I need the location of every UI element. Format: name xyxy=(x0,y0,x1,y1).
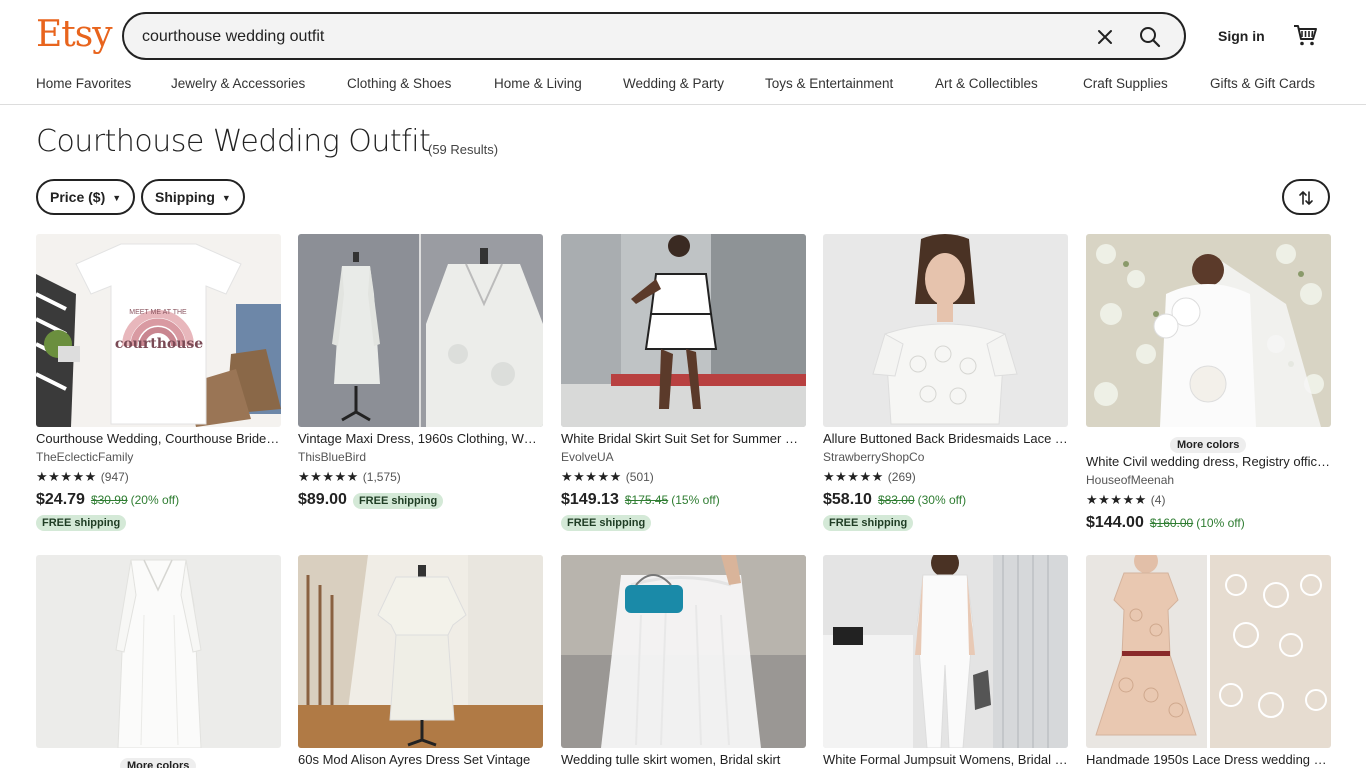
cart-icon[interactable] xyxy=(1292,22,1318,48)
price-line: $58.10 $83.00 (30% off) xyxy=(823,491,966,509)
caret-down-icon: ▼ xyxy=(112,193,122,204)
listing-title[interactable]: White Formal Jumpsuit Womens, Bridal Jum… xyxy=(823,752,1068,767)
free-shipping-badge: FREE shipping xyxy=(823,515,914,531)
listing-image[interactable] xyxy=(823,234,1068,427)
category-wedding-party[interactable]: Wedding & Party xyxy=(623,76,724,91)
listing-title[interactable]: Allure Buttoned Back Bridesmaids Lace To… xyxy=(823,431,1068,446)
shirt-text-top: MEET ME AT THE xyxy=(129,309,187,316)
rating: ★★★★★ (1,575) xyxy=(298,469,401,485)
rating: ★★★★★ (4) xyxy=(1086,492,1165,508)
caret-down-icon: ▼ xyxy=(221,193,231,204)
category-nav: Home Favorites Jewelry & Accessories Clo… xyxy=(0,72,1366,105)
listing-title[interactable]: White Bridal Skirt Suit Set for Summer W… xyxy=(561,431,806,446)
category-craft[interactable]: Craft Supplies xyxy=(1083,76,1168,91)
category-toys[interactable]: Toys & Entertainment xyxy=(765,76,893,91)
original-price: $30.99 xyxy=(90,493,128,507)
search-icon[interactable] xyxy=(1138,25,1162,49)
listing-image[interactable] xyxy=(298,555,543,748)
listing-image[interactable] xyxy=(298,234,543,427)
star-rating-icon: ★★★★★ xyxy=(561,469,622,484)
sort-icon xyxy=(1299,191,1313,205)
more-colors-badge[interactable]: More colors xyxy=(1170,437,1247,453)
listing-image[interactable] xyxy=(1086,234,1331,427)
header: Etsy Sign in xyxy=(0,0,1366,72)
listing-title[interactable]: White Civil wedding dress, Registry offi… xyxy=(1086,454,1331,469)
star-rating-icon: ★★★★★ xyxy=(823,469,884,484)
discount: (10% off) xyxy=(1196,516,1245,530)
price-line: $144.00 $160.00 (10% off) xyxy=(1086,514,1245,532)
close-icon[interactable] xyxy=(1094,26,1116,48)
review-count: (269) xyxy=(887,470,916,484)
page-title: Courthouse Wedding Outfit xyxy=(36,124,431,159)
listing-title[interactable]: Vintage Maxi Dress, 1960s Clothing, Wedd… xyxy=(298,431,543,446)
price-filter-button[interactable]: Price ($) ▼ xyxy=(36,179,136,215)
rating: ★★★★★ (501) xyxy=(561,469,654,485)
price-line: $149.13 $175.45 (15% off) xyxy=(561,491,720,509)
listing-image[interactable] xyxy=(561,555,806,748)
review-count: (1,575) xyxy=(362,470,401,484)
original-price: $175.45 xyxy=(624,493,669,507)
shop-name[interactable]: EvolveUA xyxy=(561,450,614,464)
category-home-favorites[interactable]: Home Favorites xyxy=(36,76,131,91)
search-bar[interactable] xyxy=(122,12,1186,60)
rating: ★★★★★ (947) xyxy=(36,469,129,485)
review-count: (501) xyxy=(625,470,654,484)
sign-in-link[interactable]: Sign in xyxy=(1218,28,1265,44)
listing-image[interactable] xyxy=(1086,555,1331,748)
category-jewelry[interactable]: Jewelry & Accessories xyxy=(171,76,305,91)
category-home-living[interactable]: Home & Living xyxy=(494,76,582,91)
free-shipping-badge: FREE shipping xyxy=(352,493,444,509)
shop-name[interactable]: ThisBlueBird xyxy=(298,450,366,464)
shirt-text-main: courthouse xyxy=(115,336,203,352)
listing-title[interactable]: 60s Mod Alison Ayres Dress Set Vintage xyxy=(298,752,543,767)
review-count: (947) xyxy=(100,470,129,484)
listing-image[interactable] xyxy=(36,555,281,748)
more-colors-badge[interactable]: More colors xyxy=(120,758,197,768)
listing-image[interactable] xyxy=(823,555,1068,748)
shipping-filter-button[interactable]: Shipping ▼ xyxy=(141,179,245,215)
price: $24.79 xyxy=(36,491,85,508)
price: $149.13 xyxy=(561,491,619,508)
results-count: (59 Results) xyxy=(428,142,499,157)
category-art[interactable]: Art & Collectibles xyxy=(935,76,1038,91)
review-count: (4) xyxy=(1150,493,1166,507)
rating: ★★★★★ (269) xyxy=(823,469,916,485)
search-input[interactable] xyxy=(142,25,1042,49)
shipping-filter-label: Shipping xyxy=(155,189,215,205)
price: $144.00 xyxy=(1086,514,1144,531)
listing-title[interactable]: Wedding tulle skirt women, Bridal skirt xyxy=(561,752,806,767)
free-shipping-badge: FREE shipping xyxy=(36,515,127,531)
price: $58.10 xyxy=(823,491,872,508)
free-shipping-badge: FREE shipping xyxy=(561,515,652,531)
etsy-logo[interactable]: Etsy xyxy=(36,14,113,55)
shop-name[interactable]: HouseofMeenah xyxy=(1086,473,1174,487)
discount: (15% off) xyxy=(671,493,720,507)
price-line: $89.00 FREE shipping xyxy=(298,491,444,509)
sort-button[interactable] xyxy=(1282,179,1330,215)
original-price: $83.00 xyxy=(877,493,915,507)
listing-title[interactable]: Handmade 1950s Lace Dress wedding dress xyxy=(1086,752,1331,767)
discount: (30% off) xyxy=(917,493,967,507)
category-gifts[interactable]: Gifts & Gift Cards xyxy=(1210,76,1315,91)
original-price: $160.00 xyxy=(1149,516,1194,530)
star-rating-icon: ★★★★★ xyxy=(1086,492,1147,507)
star-rating-icon: ★★★★★ xyxy=(298,469,359,484)
category-clothing[interactable]: Clothing & Shoes xyxy=(347,76,451,91)
listing-image[interactable]: MEET ME AT THE courthouse xyxy=(36,234,281,427)
price: $89.00 xyxy=(298,491,347,508)
star-rating-icon: ★★★★★ xyxy=(36,469,97,484)
price-line: $24.79 $30.99 (20% off) xyxy=(36,491,179,509)
listing-title[interactable]: Courthouse Wedding, Courthouse Bride Shi… xyxy=(36,431,281,446)
listing-image[interactable] xyxy=(561,234,806,427)
price-filter-label: Price ($) xyxy=(50,189,106,205)
discount: (20% off) xyxy=(130,493,180,507)
shop-name[interactable]: StrawberryShopCo xyxy=(823,450,924,464)
shop-name[interactable]: TheEclecticFamily xyxy=(36,450,133,464)
